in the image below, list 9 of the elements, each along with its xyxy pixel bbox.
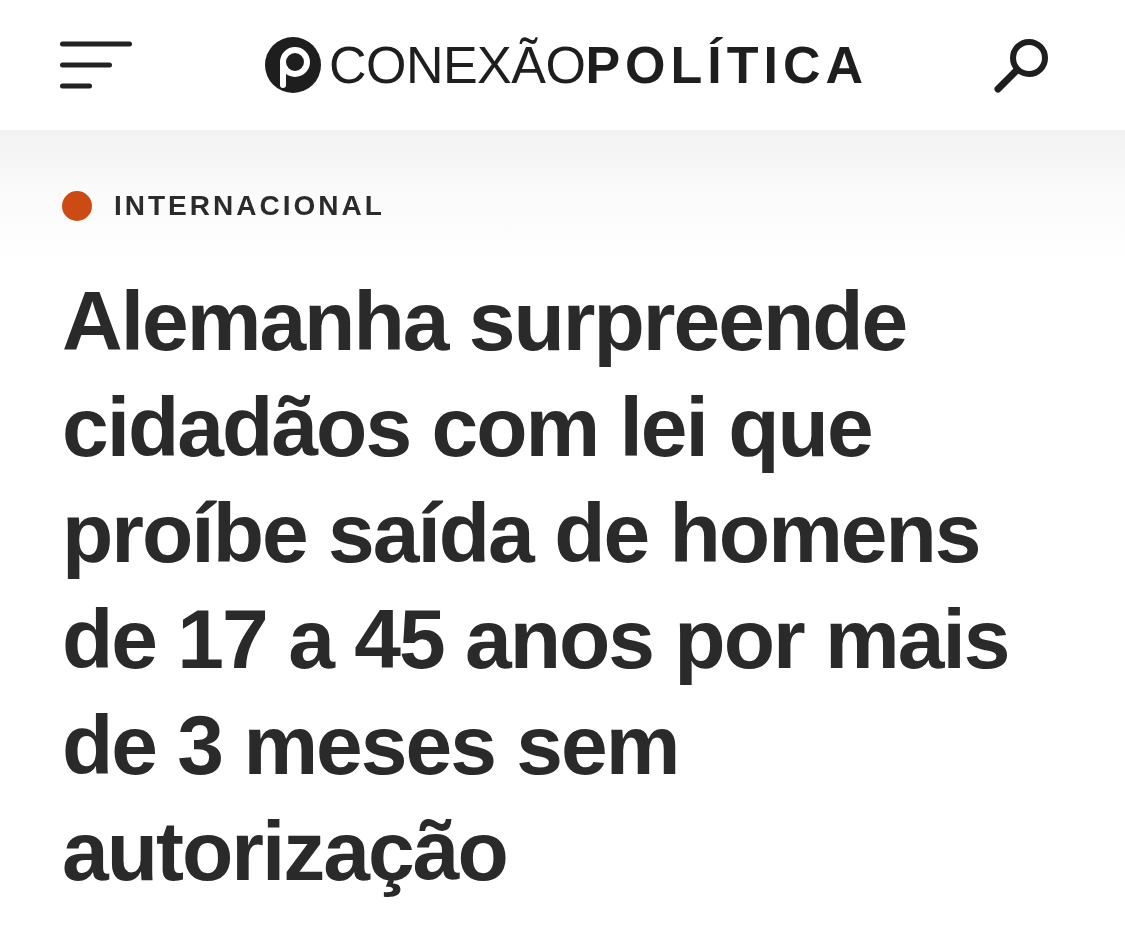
logo-wordmark: CONEXÃOPOLÍTICA bbox=[328, 39, 869, 91]
logo-icon bbox=[264, 37, 321, 93]
article-headline: Alemanha surpreende cidadãos com lei que proíbe saída de homens de 17 a 45 anos por mais de 3 meses sem autorização bbox=[62, 273, 1010, 900]
search-icon bbox=[993, 37, 1051, 93]
category-label[interactable]: INTERNACIONAL bbox=[114, 191, 385, 221]
category-dot-icon bbox=[62, 191, 92, 221]
menu-icon bbox=[60, 41, 132, 89]
search-button[interactable] bbox=[993, 37, 1051, 93]
menu-button[interactable] bbox=[60, 41, 132, 89]
